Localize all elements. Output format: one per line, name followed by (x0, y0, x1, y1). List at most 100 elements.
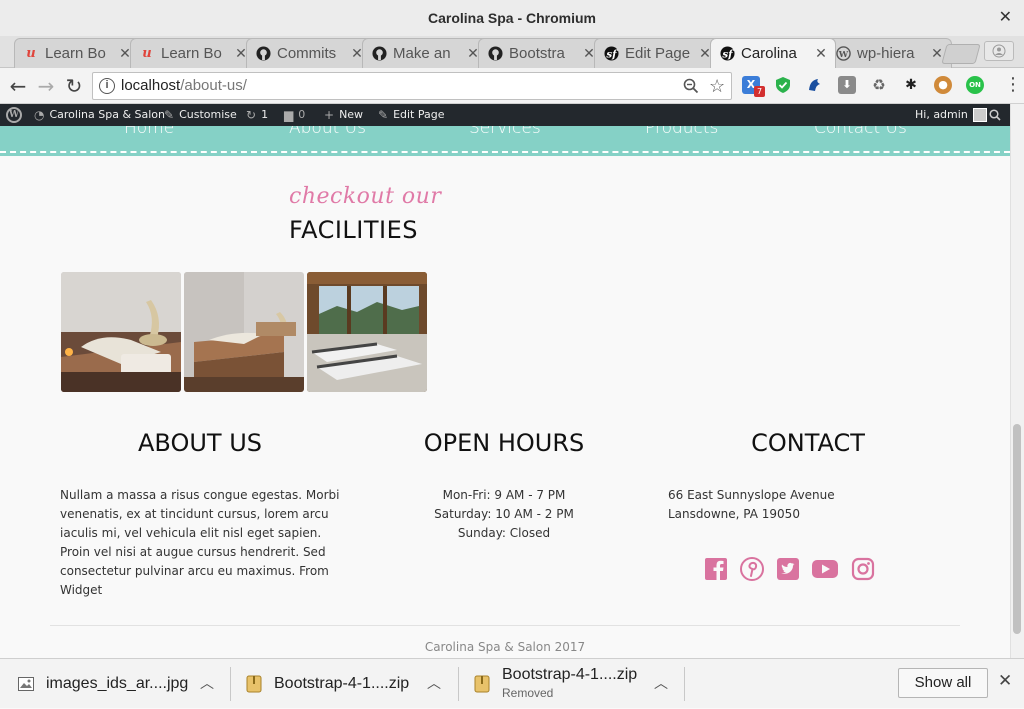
show-all-button[interactable]: Show all (898, 668, 988, 698)
shield-check-icon[interactable] (774, 76, 792, 94)
hours-weekdays: Mon-Fri: 9 AM - 7 PM (442, 488, 566, 502)
pinterest-icon[interactable] (740, 557, 764, 581)
download-text-group: Bootstrap-4-1....zip Removed (502, 666, 637, 702)
info-icon[interactable]: i (99, 78, 115, 94)
shelf-divider (458, 667, 459, 701)
admin-comments[interactable]: ▆ 0 (284, 104, 305, 126)
cat-extension-icon[interactable]: ● (934, 76, 952, 94)
zip-file-icon (246, 675, 262, 693)
tab-title: Bootstra (509, 45, 565, 62)
instagram-icon[interactable] (851, 557, 875, 581)
download-filename: Bootstrap-4-1....zip (502, 666, 638, 683)
facility-photo-lounge-view[interactable] (307, 272, 427, 392)
nav-services[interactable]: Services (469, 126, 541, 138)
tab-title: Learn Bo (161, 45, 222, 62)
recycle-icon[interactable]: ♻ (870, 76, 888, 94)
download-item-jpg[interactable]: images_ids_ar....jpg (18, 659, 188, 709)
extension-badge: 7 (754, 86, 765, 97)
bookmark-star-icon[interactable]: ☆ (709, 73, 725, 99)
admin-new[interactable]: + New (324, 104, 363, 126)
contact-heading: CONTACT (751, 429, 865, 457)
brush-icon: ✎ (164, 108, 175, 122)
comment-icon: ▆ (284, 108, 294, 122)
hours-saturday: Saturday: 10 AM - 2 PM (434, 507, 574, 521)
browser-menu-icon[interactable]: ⋮ (1004, 76, 1022, 94)
address-line-1: 66 East Sunnyslope Avenue (668, 488, 835, 502)
bird-extension-icon[interactable] (806, 76, 824, 94)
site-name-label: Carolina Spa & Salon (49, 108, 165, 121)
shelf-divider (230, 667, 231, 701)
page-scrollbar[interactable] (1010, 104, 1024, 658)
svg-text:W: W (837, 49, 848, 59)
tab-commits[interactable]: Commits ✕ (246, 38, 372, 68)
comments-count: 0 (298, 108, 306, 121)
nav-contact-us[interactable]: Contact Us (814, 126, 907, 138)
new-tab-button[interactable] (941, 44, 981, 64)
url-host: localhost (121, 77, 181, 94)
tab-edit-page[interactable]: sf Edit Page ✕ (594, 38, 720, 68)
forward-arrow-icon[interactable]: → (34, 74, 58, 98)
tab-title: Carolina (741, 45, 797, 62)
symfony-icon: sf (603, 46, 619, 62)
new-label: New (339, 108, 364, 121)
facility-photo-treatment-room[interactable] (184, 272, 304, 392)
greeting-label: Hi, admin (915, 108, 968, 121)
tab-make-an[interactable]: Make an ✕ (362, 38, 488, 68)
customise-label: Customise (179, 108, 237, 121)
facility-photo-massage-room[interactable] (61, 272, 181, 392)
nav-about-us[interactable]: About Us (289, 126, 366, 138)
github-icon (371, 46, 387, 62)
site-navigation: Home About Us Services Products Contact … (0, 126, 1010, 156)
wp-logo-icon[interactable]: W (6, 104, 22, 126)
twitter-icon[interactable] (776, 557, 800, 581)
tab-close-icon[interactable]: ✕ (813, 45, 829, 62)
close-shelf-icon[interactable]: ✕ (998, 671, 1012, 691)
refresh-icon: ↻ (246, 108, 257, 122)
dashboard-icon: ◔ (34, 108, 45, 122)
facebook-icon[interactable] (704, 557, 728, 581)
back-arrow-icon[interactable]: ← (6, 74, 30, 98)
plus-icon: + (324, 108, 335, 122)
download-item-zip-1[interactable]: Bootstrap-4-1....zip (246, 659, 409, 709)
admin-updates[interactable]: ↻ 1 (246, 104, 268, 126)
svg-text:sf: sf (606, 48, 618, 60)
download-item-zip-2[interactable]: Bootstrap-4-1....zip Removed (474, 659, 637, 709)
footer-copyright: Carolina Spa & Salon 2017 (424, 640, 586, 654)
address-bar[interactable]: i localhost/about-us/ ☆ (92, 72, 732, 100)
udemy-icon: u (26, 46, 36, 61)
nav-products[interactable]: Products (645, 126, 718, 138)
footer-divider (50, 625, 960, 626)
admin-site-name[interactable]: ◔ Carolina Spa & Salon (34, 104, 165, 126)
zoom-icon[interactable] (683, 77, 699, 103)
scrollbar-thumb[interactable] (1013, 424, 1021, 634)
window-close-button[interactable]: ✕ (999, 0, 1012, 36)
reload-icon[interactable]: ↻ (62, 74, 86, 98)
admin-edit-page[interactable]: ✎ Edit Page (378, 104, 445, 126)
edit-page-label: Edit Page (393, 108, 445, 121)
url-path: /about-us/ (180, 77, 247, 94)
profile-icon[interactable] (984, 41, 1014, 61)
chevron-up-icon[interactable]: ︿ (200, 673, 214, 693)
address-line-2: Lansdowne, PA 19050 (668, 507, 800, 521)
tab-wp-hierarchy[interactable]: W wp-hiera ✕ (826, 38, 952, 68)
facilities-script-heading: checkout our (289, 184, 442, 209)
chevron-up-icon[interactable]: ︿ (654, 673, 668, 693)
page-viewport: W ◔ Carolina Spa & Salon ✎ Customise ↻ 1… (0, 104, 1024, 658)
admin-search-icon[interactable] (989, 104, 1001, 126)
youtube-icon[interactable] (812, 557, 838, 581)
svg-text:sf: sf (722, 48, 734, 60)
download-extension-icon[interactable]: ⬇ (838, 76, 856, 94)
on-toggle-icon[interactable]: ON (966, 76, 984, 94)
tab-learn-bootstrap-2[interactable]: u Learn Bo ✕ (130, 38, 256, 68)
window-title: Carolina Spa - Chromium (427, 10, 597, 26)
tab-learn-bootstrap-1[interactable]: u Learn Bo ✕ (14, 38, 140, 68)
tab-carolina-active[interactable]: sf Carolina ✕ (710, 38, 836, 68)
nav-home[interactable]: Home (124, 126, 174, 138)
browser-toolbar: ← → ↻ i localhost/about-us/ ☆ X ⬇ ♻ ✱ ● … (0, 68, 1024, 104)
paw-icon[interactable]: ✱ (902, 76, 920, 94)
chevron-up-icon[interactable]: ︿ (427, 673, 441, 693)
admin-account[interactable]: Hi, admin (915, 104, 987, 126)
tab-bootstrap[interactable]: Bootstra ✕ (478, 38, 604, 68)
admin-customise[interactable]: ✎ Customise (164, 104, 237, 126)
github-icon (255, 46, 271, 62)
